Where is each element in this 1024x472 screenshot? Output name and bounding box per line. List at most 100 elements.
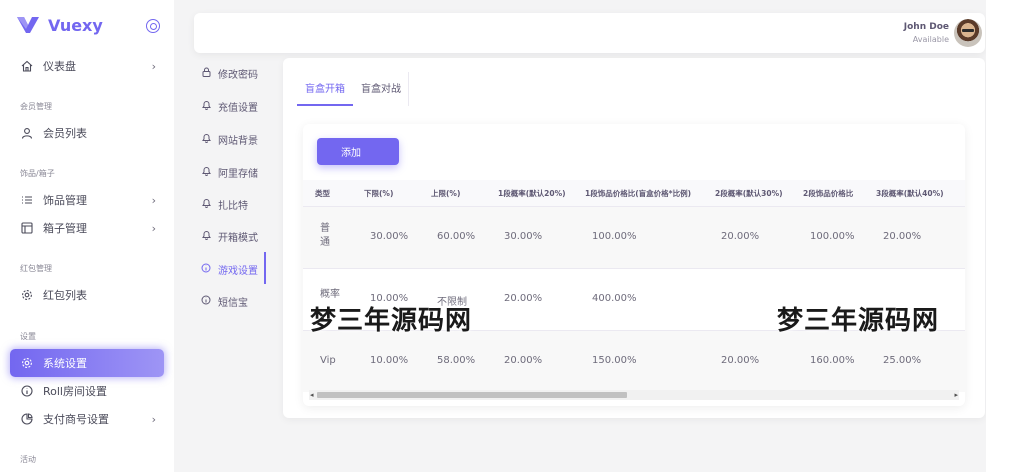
submenu-item-site-background[interactable]: 网站背景 bbox=[200, 129, 258, 149]
sidebar-item-label: 箱子管理 bbox=[43, 222, 87, 235]
lock-icon bbox=[200, 67, 212, 80]
bell-icon bbox=[200, 100, 212, 113]
table-cell: Vip bbox=[320, 355, 336, 366]
sidebar-item-dashboard[interactable]: 仪表盘 › bbox=[10, 52, 164, 80]
page-edge bbox=[986, 0, 1024, 472]
gear-icon bbox=[20, 288, 34, 302]
section-title: 设置 bbox=[20, 332, 36, 341]
table-cell: 150.00% bbox=[592, 355, 637, 366]
section-title: 饰品/箱子 bbox=[20, 169, 55, 178]
sidebar-item-payment[interactable]: 支付商号设置 › bbox=[10, 405, 164, 433]
add-button[interactable]: 添加 bbox=[317, 138, 399, 165]
bell-icon bbox=[200, 133, 212, 146]
column-header: 上限(%) bbox=[431, 189, 461, 198]
sidebar-item-system-settings[interactable]: 系统设置 bbox=[10, 349, 164, 377]
column-header: 2段饰品价格比 bbox=[803, 189, 854, 198]
user-icon bbox=[20, 126, 34, 140]
column-header: 下限(%) bbox=[364, 189, 394, 198]
table-cell: 20.00% bbox=[721, 231, 760, 242]
sidebar-item-members[interactable]: 会员列表 bbox=[10, 119, 164, 147]
submenu-item-change-password[interactable]: 修改密码 bbox=[200, 63, 258, 83]
tab-bar: 盲盒开箱 盲盒对战 bbox=[297, 72, 409, 106]
bell-icon bbox=[200, 230, 212, 243]
table-cell: 60.00% bbox=[437, 231, 476, 242]
chevron-right-icon: › bbox=[151, 221, 156, 235]
table-cell: 概率 bbox=[320, 289, 340, 300]
tab-blind-box-battle[interactable]: 盲盒对战 bbox=[353, 72, 409, 106]
bell-icon bbox=[200, 166, 212, 179]
bell-icon bbox=[200, 198, 212, 211]
game-settings-card: 盲盒开箱 盲盒对战 添加 类型 下限(%) 上限(%) 1段概率(默认20%) … bbox=[283, 58, 985, 418]
section-title: 会员管理 bbox=[20, 102, 52, 111]
submenu-item-open-mode[interactable]: 开箱模式 bbox=[200, 226, 258, 246]
submenu-active-indicator bbox=[264, 252, 266, 284]
chevron-right-icon: › bbox=[151, 412, 156, 426]
table-cell: 100.00% bbox=[810, 231, 855, 242]
sidebar-item-items[interactable]: 饰品管理 › bbox=[10, 186, 164, 214]
sidebar-item-roll-room[interactable]: Roll房间设置 bbox=[10, 377, 164, 405]
submenu-item-label: 修改密码 bbox=[218, 69, 258, 81]
submenu-item-label: 充值设置 bbox=[218, 102, 258, 114]
user-name[interactable]: John Doe bbox=[904, 22, 949, 32]
scrollbar-thumb[interactable] bbox=[317, 392, 627, 398]
vuexy-logo-icon bbox=[17, 17, 39, 33]
submenu-item-zabit[interactable]: 扎比特 bbox=[200, 194, 248, 214]
info-icon bbox=[200, 295, 212, 308]
table-cell: 20.00% bbox=[883, 231, 922, 242]
submenu-item-sms[interactable]: 短信宝 bbox=[200, 291, 248, 311]
table-header: 类型 下限(%) 上限(%) 1段概率(默认20%) 1段饰品价格比(盲盒价格*… bbox=[303, 180, 965, 206]
tab-blind-box-open[interactable]: 盲盒开箱 bbox=[297, 72, 353, 106]
table-row[interactable]: 普通 30.00% 60.00% 30.00% 100.00% 20.00% 1… bbox=[303, 206, 965, 268]
scroll-right-icon[interactable]: ▸ bbox=[954, 391, 958, 399]
submenu-item-label: 游戏设置 bbox=[218, 265, 258, 277]
gear-icon bbox=[20, 356, 34, 370]
submenu-item-recharge[interactable]: 充值设置 bbox=[200, 96, 258, 116]
list-icon bbox=[20, 193, 34, 207]
horizontal-scrollbar[interactable]: ◂ ▸ bbox=[309, 390, 959, 400]
table-cell: 160.00% bbox=[810, 355, 855, 366]
submenu-item-label: 网站背景 bbox=[218, 135, 258, 147]
sidebar-item-label: 仪表盘 bbox=[43, 60, 76, 73]
layout-icon bbox=[20, 221, 34, 235]
sidebar-item-label: 系统设置 bbox=[43, 357, 87, 370]
table-cell: 58.00% bbox=[437, 355, 476, 366]
sidebar-item-boxes[interactable]: 箱子管理 › bbox=[10, 214, 164, 242]
column-header: 类型 bbox=[315, 189, 330, 198]
table-cell: 400.00% bbox=[592, 293, 637, 304]
submenu-item-label: 阿里存储 bbox=[218, 168, 258, 180]
scroll-left-icon[interactable]: ◂ bbox=[310, 391, 314, 399]
table-cell: 10.00% bbox=[370, 355, 409, 366]
sidebar: Vuexy 仪表盘 › 会员管理 会员列表 饰品/箱子 饰品管理 › 箱子管理 … bbox=[0, 0, 174, 472]
column-header: 1段概率(默认20%) bbox=[498, 189, 566, 198]
avatar[interactable] bbox=[954, 19, 982, 47]
section-title: 红包管理 bbox=[20, 264, 52, 273]
info-icon bbox=[20, 384, 34, 398]
column-header: 1段饰品价格比(盲盒价格*比例) bbox=[585, 189, 691, 198]
table-card: 添加 类型 下限(%) 上限(%) 1段概率(默认20%) 1段饰品价格比(盲盒… bbox=[303, 124, 965, 406]
table-cell: 100.00% bbox=[592, 231, 637, 242]
submenu-item-game-settings[interactable]: 游戏设置 bbox=[200, 259, 258, 279]
table-cell: 25.00% bbox=[883, 355, 922, 366]
sidebar-item-label: 饰品管理 bbox=[43, 194, 87, 207]
brand-name: Vuexy bbox=[48, 15, 103, 35]
home-icon bbox=[20, 59, 34, 73]
info-icon bbox=[200, 263, 212, 276]
tabs-divider bbox=[408, 72, 409, 106]
section-title: 活动 bbox=[20, 455, 36, 464]
table-row[interactable]: Vip 10.00% 58.00% 20.00% 150.00% 20.00% … bbox=[303, 330, 965, 392]
pie-icon bbox=[20, 412, 34, 426]
column-header: 2段概率(默认30%) bbox=[715, 189, 783, 198]
probability-table: 类型 下限(%) 上限(%) 1段概率(默认20%) 1段饰品价格比(盲盒价格*… bbox=[303, 180, 965, 392]
brand[interactable]: Vuexy bbox=[16, 15, 103, 35]
sidebar-toggle-icon[interactable] bbox=[146, 19, 160, 33]
top-navbar: John Doe Available bbox=[194, 13, 985, 53]
submenu-item-label: 开箱模式 bbox=[218, 232, 258, 244]
submenu-item-label: 扎比特 bbox=[218, 200, 248, 212]
sidebar-item-label: 会员列表 bbox=[43, 127, 87, 140]
submenu-item-ali-storage[interactable]: 阿里存储 bbox=[200, 162, 258, 182]
watermark: 梦三年源码网 bbox=[777, 306, 940, 336]
submenu-item-label: 短信宝 bbox=[218, 297, 248, 309]
sidebar-item-redpacket[interactable]: 红包列表 bbox=[10, 281, 164, 309]
table-cell: 20.00% bbox=[721, 355, 760, 366]
sidebar-item-label: Roll房间设置 bbox=[43, 385, 107, 398]
